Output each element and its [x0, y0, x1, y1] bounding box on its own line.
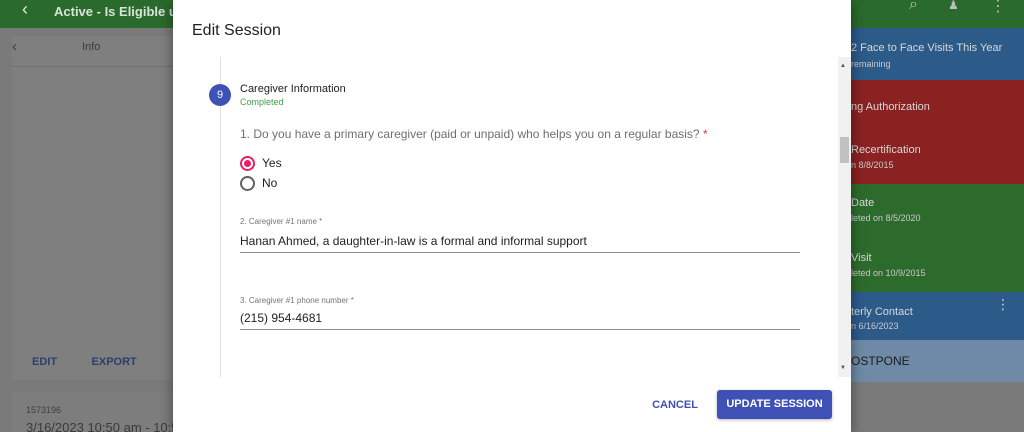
- alert-subtitle: leted on 8/5/2020: [851, 213, 921, 223]
- app-title: Active - Is Eligible un: [54, 4, 185, 19]
- chevron-left-icon[interactable]: ‹: [12, 38, 17, 55]
- scrollbar[interactable]: ▲ ▼: [838, 57, 851, 377]
- alert-subtitle: n 6/16/2023: [851, 321, 899, 331]
- alert-subtitle: remaining: [851, 59, 891, 69]
- dialog-content[interactable]: 9 Caregiver Information Completed 1. Do …: [192, 57, 852, 377]
- caregiver-name-field[interactable]: Hanan Ahmed, a daughter-in-law is a form…: [240, 234, 587, 248]
- alert-item[interactable]: Recertification n 8/8/2015: [851, 132, 1024, 184]
- bell-icon[interactable]: ♟: [948, 0, 959, 12]
- alert-item[interactable]: Date leted on 8/5/2020: [851, 184, 1024, 238]
- scroll-down-arrow-icon[interactable]: ▼: [840, 365, 846, 371]
- postpone-label: OSTPONE: [851, 354, 910, 368]
- cancel-button[interactable]: CANCEL: [645, 392, 705, 418]
- info-panel: ‹ Info EDIT EXPORT: [12, 36, 174, 380]
- question-1: 1. Do you have a primary caregiver (paid…: [240, 127, 708, 141]
- alert-title: Recertification: [851, 144, 921, 156]
- radio-selected-icon[interactable]: [240, 156, 255, 171]
- radio-unselected-icon[interactable]: [240, 176, 255, 191]
- session-card[interactable]: 1573196 3/16/2023 10:50 am - 10:5: [12, 392, 179, 432]
- alert-item[interactable]: terly Contact n 6/16/2023 ⋮: [851, 292, 1024, 340]
- info-panel-actions: EDIT EXPORT: [32, 352, 167, 370]
- more-vertical-icon[interactable]: ⋮: [990, 0, 1006, 16]
- scrollbar-thumb[interactable]: [840, 137, 849, 163]
- back-arrow-icon[interactable]: ‹: [22, 0, 28, 18]
- more-vertical-icon[interactable]: ⋮: [996, 296, 1010, 313]
- alert-item[interactable]: 2 Face to Face Visits This Year remainin…: [851, 28, 1024, 80]
- radio-label-no: No: [262, 176, 278, 190]
- edit-button[interactable]: EDIT: [32, 356, 57, 368]
- alert-list: 2 Face to Face Visits This Year remainin…: [851, 28, 1024, 432]
- info-panel-header: ‹ Info: [12, 36, 174, 60]
- required-mark: *: [702, 127, 708, 141]
- session-id: 1573196: [26, 405, 62, 415]
- session-date: 3/16/2023 10:50 am - 10:5: [26, 420, 179, 432]
- radio-label-yes: Yes: [262, 156, 282, 170]
- alert-title: 2 Face to Face Visits This Year: [851, 42, 1003, 54]
- caregiver-phone-field[interactable]: (215) 954-4681: [240, 311, 322, 325]
- question-1-text: 1. Do you have a primary caregiver (paid…: [240, 127, 700, 141]
- info-panel-title: Info: [82, 41, 101, 53]
- scroll-up-arrow-icon[interactable]: ▲: [840, 63, 846, 69]
- search-icon[interactable]: ⌕: [909, 0, 918, 14]
- alert-title: terly Contact: [851, 306, 913, 318]
- dialog-title: Edit Session: [192, 22, 281, 39]
- alert-title: Visit: [851, 252, 872, 264]
- postpone-button[interactable]: OSTPONE: [851, 340, 1024, 382]
- step-number: 9: [209, 84, 231, 106]
- alert-title: ng Authorization: [851, 101, 930, 113]
- edit-session-dialog: Edit Session 9 Caregiver Information Com…: [173, 0, 851, 432]
- caregiver-name-label: 2. Caregiver #1 name *: [240, 217, 323, 226]
- caregiver-name-underline: [240, 252, 800, 253]
- alert-title: Date: [851, 197, 875, 209]
- alert-item[interactable]: Visit leted on 10/9/2015: [851, 238, 1024, 292]
- caregiver-phone-label: 3. Caregiver #1 phone number *: [240, 296, 354, 305]
- step-status: Completed: [240, 97, 284, 107]
- divider: [12, 66, 174, 67]
- caregiver-phone-underline: [240, 329, 800, 330]
- step-title: Caregiver Information: [240, 83, 346, 95]
- update-session-button[interactable]: UPDATE SESSION: [717, 390, 832, 419]
- alert-item[interactable]: ng Authorization: [851, 80, 1024, 132]
- alert-subtitle: n 8/8/2015: [851, 160, 894, 170]
- export-button[interactable]: EXPORT: [92, 356, 137, 368]
- alert-subtitle: leted on 10/9/2015: [851, 268, 926, 278]
- app-bar-actions: ⌕ ♟ ⋮: [851, 0, 1024, 28]
